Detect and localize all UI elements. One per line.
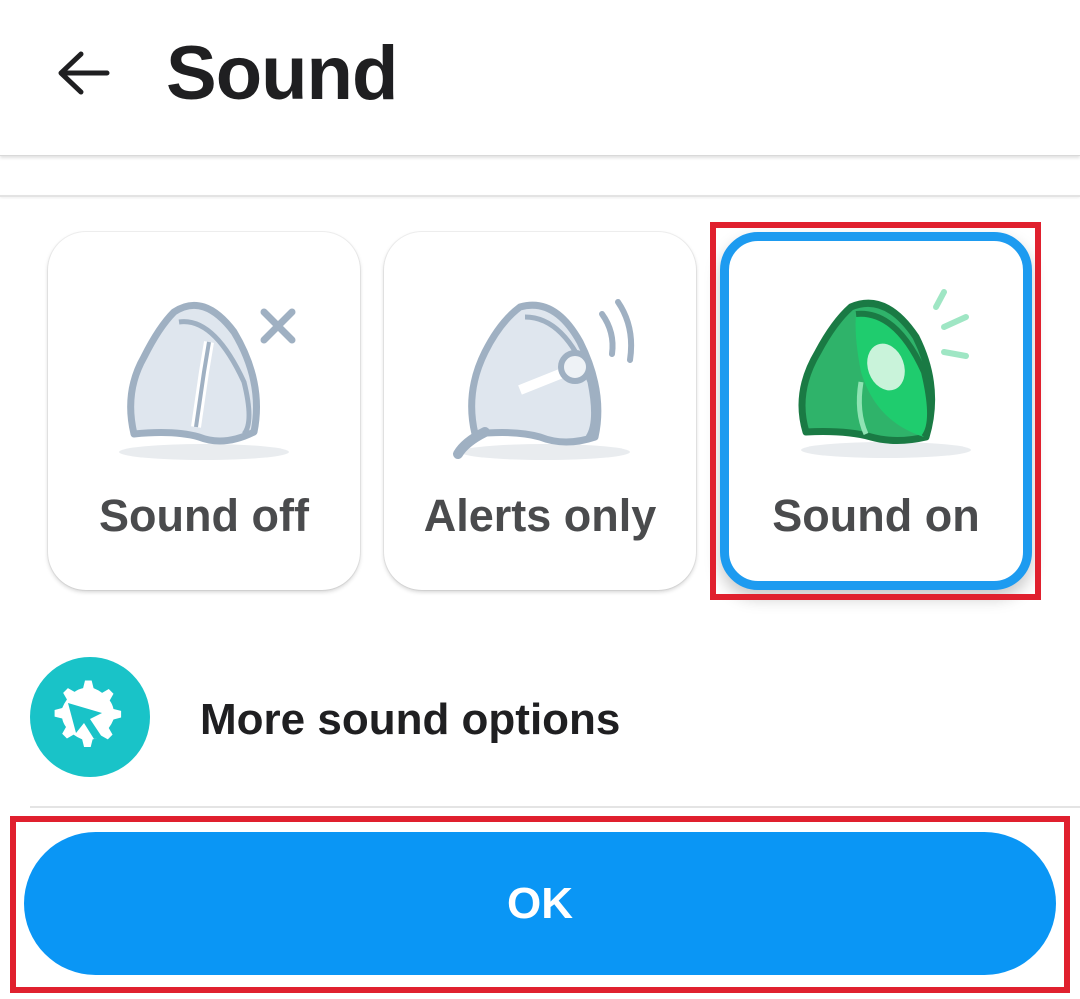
more-sound-options-row[interactable]: More sound options (0, 645, 1080, 800)
divider (30, 806, 1080, 808)
speaker-alert-icon (453, 299, 635, 460)
alerts-only-label: Alerts only (423, 490, 657, 541)
speaker-muted-icon (119, 301, 296, 460)
sound-off-label: Sound off (99, 490, 309, 541)
divider (0, 195, 1080, 197)
top-app-bar: Sound (0, 0, 1080, 156)
highlight-box-ok (10, 816, 1070, 993)
back-button[interactable] (48, 38, 118, 108)
more-options-icon-badge (30, 657, 150, 777)
page-title: Sound (166, 31, 398, 116)
highlight-box-sound-on (710, 222, 1041, 600)
gear-arrow-icon (54, 680, 122, 747)
more-sound-options-label: More sound options (200, 695, 621, 744)
sound-off-option[interactable]: Sound off (48, 232, 360, 590)
arrow-left-icon (58, 51, 110, 95)
alerts-only-option[interactable]: Alerts only (384, 232, 696, 590)
